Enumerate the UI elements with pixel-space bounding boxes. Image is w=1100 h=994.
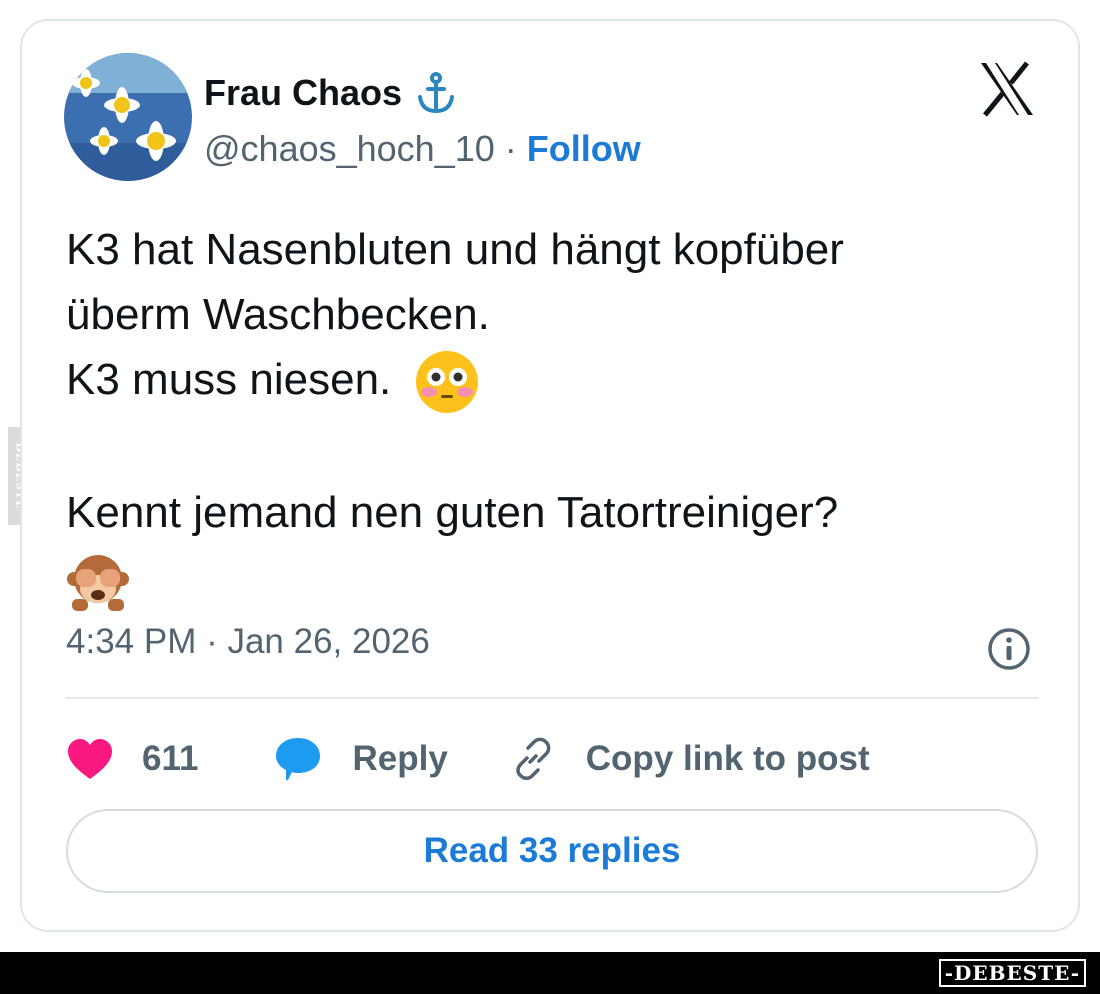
tweet-text: K3 hat Nasenbluten und hängt kopfüber üb… <box>66 217 1066 613</box>
author-name[interactable]: Frau Chaos <box>204 72 402 114</box>
tweet-emoji-line <box>66 545 1066 612</box>
speech-bubble-icon <box>276 738 321 781</box>
info-icon[interactable] <box>987 627 1031 671</box>
tweet-card: Frau Chaos @chaos_hoch_10 · Follow K3 ha… <box>20 19 1080 932</box>
flushed-face-emoji <box>415 351 478 414</box>
anchor-icon <box>418 72 455 114</box>
handle-separator: · <box>504 128 517 169</box>
tweet-line-3-text: K3 muss niesen. <box>66 355 392 404</box>
tweet-line-3: K3 muss niesen. <box>66 347 1066 415</box>
like-count: 611 <box>142 739 199 778</box>
follow-button[interactable]: Follow <box>527 128 641 170</box>
heart-icon <box>68 739 112 779</box>
reply-button[interactable]: Reply <box>274 736 448 782</box>
footer-bar: -DEBESTE- <box>0 952 1100 994</box>
divider <box>66 697 1038 699</box>
tweet-question: Kennt jemand nen guten Tatortreiniger? <box>66 488 839 538</box>
read-replies-button[interactable]: Read 33 replies <box>66 809 1038 893</box>
like-button[interactable]: 611 <box>66 737 198 781</box>
x-logo-icon[interactable] <box>977 61 1037 117</box>
timestamp[interactable]: 4:34 PM · Jan 26, 2026 <box>66 622 430 662</box>
reply-label: Reply <box>352 739 448 778</box>
copy-link-label: Copy link to post <box>585 739 870 778</box>
see-no-evil-monkey-emoji <box>67 554 129 611</box>
author-handle[interactable]: @chaos_hoch_10 <box>204 128 495 170</box>
action-bar: 611 Reply Copy link to post <box>66 729 870 789</box>
avatar[interactable] <box>64 53 192 181</box>
tweet-line-1: K3 hat Nasenbluten und hängt kopfüber <box>66 225 844 274</box>
copy-link-button[interactable]: Copy link to post <box>510 736 870 782</box>
link-icon <box>516 737 551 780</box>
footer-watermark: -DEBESTE- <box>938 959 1086 987</box>
tweet-line-2: überm Waschbecken. <box>66 290 490 339</box>
